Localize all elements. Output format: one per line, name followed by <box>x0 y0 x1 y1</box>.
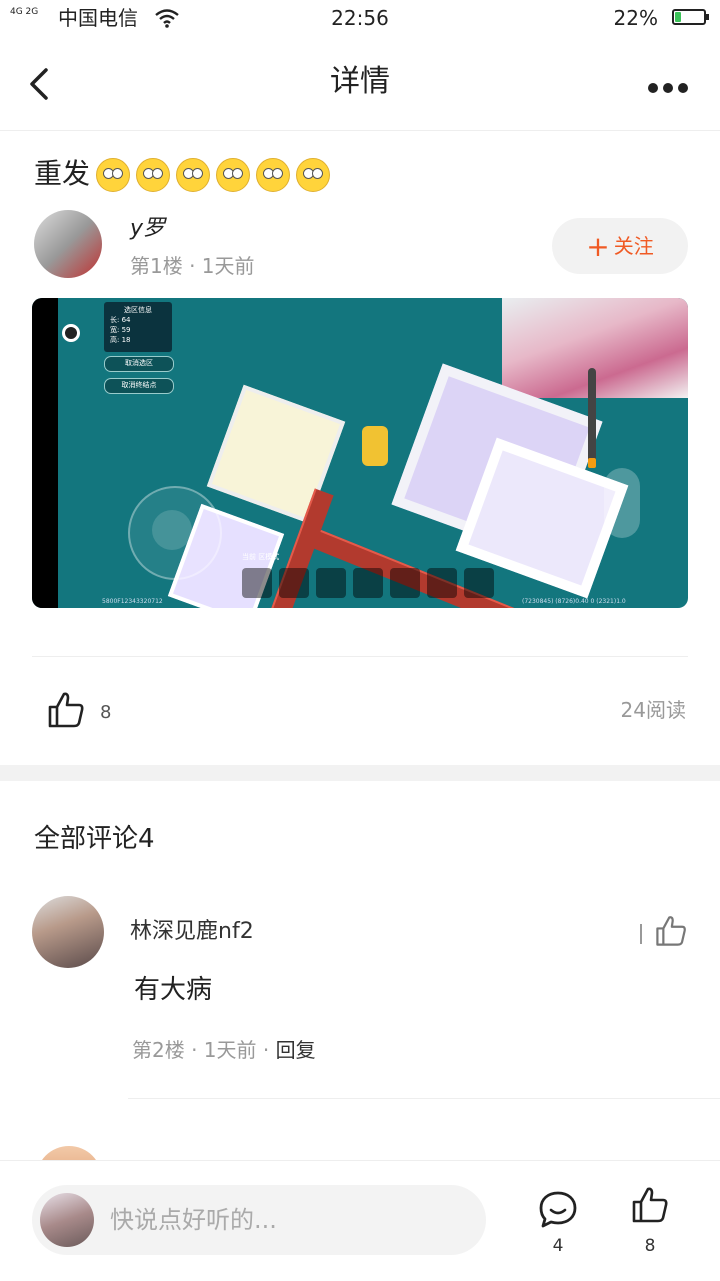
panel-height: 高: 18 <box>110 336 131 344</box>
section-gap <box>0 765 720 781</box>
comment-bubble-icon <box>539 1191 577 1228</box>
selection-panel: 选区信息 长: 64 宽: 59 高: 18 <box>104 302 172 352</box>
post-image[interactable]: 选区信息 长: 64 宽: 59 高: 18 取消选区 取消终结点 当前 区模式… <box>32 298 688 608</box>
comment-meta: 第2楼 · 1天前 · 回复 <box>132 1036 316 1064</box>
clock: 22:56 <box>331 6 389 30</box>
plus-icon: + <box>586 230 610 263</box>
record-icon <box>62 324 80 342</box>
follow-button[interactable]: + 关注 <box>552 218 688 274</box>
post-title-text: 重发 <box>34 157 91 190</box>
tool-icon <box>464 568 494 598</box>
my-avatar <box>40 1193 94 1247</box>
cancel-selection-pill: 取消选区 <box>104 356 174 372</box>
eye-roll-emoji-icon <box>216 158 251 192</box>
author-meta: 第1楼 · 1天前 <box>130 254 255 278</box>
status-bar: 4G 2G 中国电信 22:56 22% <box>0 0 720 36</box>
mode-text: 当前 区模式 <box>242 553 280 561</box>
joystick-knob <box>152 510 192 550</box>
emoji-row <box>90 157 331 192</box>
game-character <box>362 426 388 466</box>
eye-roll-emoji-icon <box>176 158 211 192</box>
tool-icon <box>242 568 272 598</box>
tool-icon <box>353 568 383 598</box>
height-slider <box>588 368 596 468</box>
reply-button[interactable]: 回复 <box>276 1038 316 1062</box>
page-title: 详情 <box>330 64 390 99</box>
separator-bar <box>640 924 642 944</box>
more-dots-icon <box>648 78 693 97</box>
battery-icon <box>672 9 709 25</box>
author-avatar[interactable] <box>34 210 102 278</box>
post-like-count: 8 <box>100 702 112 723</box>
comment-separator <box>128 1098 720 1099</box>
panel-title: 选区信息 <box>124 306 152 314</box>
author-name[interactable]: y罗 <box>130 214 165 244</box>
comment-meta-text: 第2楼 · 1天前 · <box>132 1038 276 1062</box>
eye-roll-emoji-icon <box>256 158 291 192</box>
eye-roll-emoji-icon <box>136 158 171 192</box>
bottom-like-button[interactable] <box>630 1185 670 1229</box>
thumbs-up-icon <box>632 1187 668 1223</box>
comment-button[interactable] <box>538 1189 578 1233</box>
comment-count: 4 <box>552 1236 564 1256</box>
top-nav: 详情 <box>0 36 720 131</box>
comment-input[interactable]: 快说点好听的... <box>32 1185 486 1255</box>
cancel-endpoint-pill: 取消终结点 <box>104 378 174 394</box>
tool-icon <box>316 568 346 598</box>
tool-icon <box>427 568 457 598</box>
input-placeholder: 快说点好听的... <box>110 1206 277 1234</box>
image-footer-right: (7230845) (8726)0.40 0 (2321)1.0 <box>522 598 626 605</box>
eye-roll-emoji-icon <box>96 158 131 192</box>
more-button[interactable] <box>648 78 694 93</box>
post-like-button[interactable] <box>46 690 86 734</box>
thumbs-up-icon <box>48 692 84 728</box>
panel-width: 宽: 59 <box>110 326 131 334</box>
tool-row <box>242 568 542 600</box>
thumbs-up-icon <box>656 916 686 946</box>
read-count: 24阅读 <box>620 698 686 722</box>
tool-icon <box>390 568 420 598</box>
follow-label: 关注 <box>613 234 654 258</box>
eye-roll-emoji-icon <box>296 158 331 192</box>
post-title: 重发 <box>34 154 331 194</box>
tool-icon <box>279 568 309 598</box>
comment-like-button[interactable] <box>654 914 688 952</box>
comment-body: 有大病 <box>134 975 213 1005</box>
image-footer-left: 5800F12343320712 <box>102 598 163 605</box>
commenter-avatar[interactable] <box>32 896 104 968</box>
divider <box>32 656 688 657</box>
comments-heading: 全部评论4 <box>34 824 155 854</box>
commenter-name[interactable]: 林深见鹿nf2 <box>130 916 254 948</box>
bottom-bar: 快说点好听的... 4 8 <box>0 1160 720 1281</box>
bottom-like-count: 8 <box>644 1236 656 1256</box>
camera-button <box>604 468 640 538</box>
battery-percent: 22% <box>613 6 658 30</box>
panel-length: 长: 64 <box>110 316 131 324</box>
image-edge <box>32 298 58 608</box>
